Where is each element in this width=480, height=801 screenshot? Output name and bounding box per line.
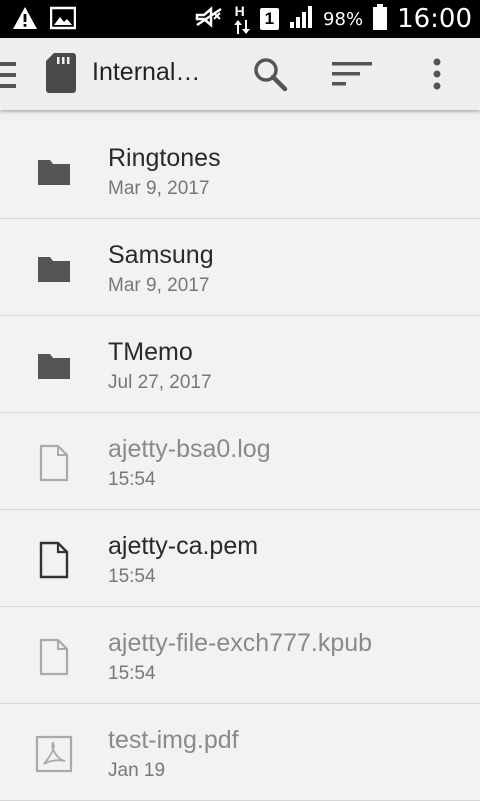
image-icon [49, 6, 77, 35]
file-name: test-img.pdf [108, 726, 239, 754]
file-name: TMemo [108, 338, 193, 366]
file-name: ajetty-file-exch777.kpub [108, 629, 373, 657]
list-item[interactable]: test-img.pdf Jan 19 [0, 704, 480, 801]
status-bar: H 1 98% 16:00 [0, 0, 480, 38]
battery-icon [373, 3, 388, 35]
warning-icon [12, 6, 38, 35]
list-item[interactable]: Samsung Mar 9, 2017 [0, 219, 480, 316]
file-icon [34, 540, 74, 580]
menu-icon[interactable] [0, 60, 18, 95]
file-date: Jan 19 [108, 760, 166, 781]
file-name: ajetty-bsa0.log [108, 435, 271, 463]
sd-card-icon [46, 53, 76, 98]
file-date: 15:54 [108, 566, 156, 587]
signal-icon [289, 5, 313, 34]
folder-icon [34, 152, 74, 192]
file-list[interactable]: Ringtones Mar 9, 2017 Samsung Mar 9, 201… [0, 122, 480, 801]
pdf-icon [34, 734, 74, 774]
toolbar-title: Internal… [92, 58, 201, 86]
file-icon [34, 443, 74, 483]
mute-icon [194, 5, 224, 34]
file-date: Mar 9, 2017 [108, 178, 210, 199]
file-date: Jul 27, 2017 [108, 372, 212, 393]
file-name: Samsung [108, 241, 214, 269]
file-date: 15:54 [108, 663, 156, 684]
sim-badge: 1 [259, 8, 280, 30]
toolbar: Internal… [0, 38, 480, 110]
file-name: ajetty-ca.pem [108, 532, 259, 560]
status-time: 16:00 [397, 4, 472, 34]
data-arrows-icon: H [233, 3, 250, 34]
list-item[interactable]: ajetty-bsa0.log 15:54 [0, 413, 480, 510]
more-icon[interactable] [432, 58, 442, 95]
list-item[interactable]: Ringtones Mar 9, 2017 [0, 122, 480, 219]
file-date: Mar 9, 2017 [108, 275, 210, 296]
sort-icon[interactable] [332, 60, 372, 93]
battery-percent: 98% [323, 8, 364, 30]
list-item[interactable]: ajetty-ca.pem 15:54 [0, 510, 480, 607]
file-date: 15:54 [108, 469, 156, 490]
list-item[interactable]: TMemo Jul 27, 2017 [0, 316, 480, 413]
file-icon [34, 637, 74, 677]
list-item[interactable]: ajetty-file-exch777.kpub 15:54 [0, 607, 480, 704]
folder-icon [34, 249, 74, 289]
network-type-text: H [234, 3, 245, 19]
folder-icon [34, 346, 74, 386]
search-icon[interactable] [252, 56, 288, 97]
file-name: Ringtones [108, 144, 221, 172]
